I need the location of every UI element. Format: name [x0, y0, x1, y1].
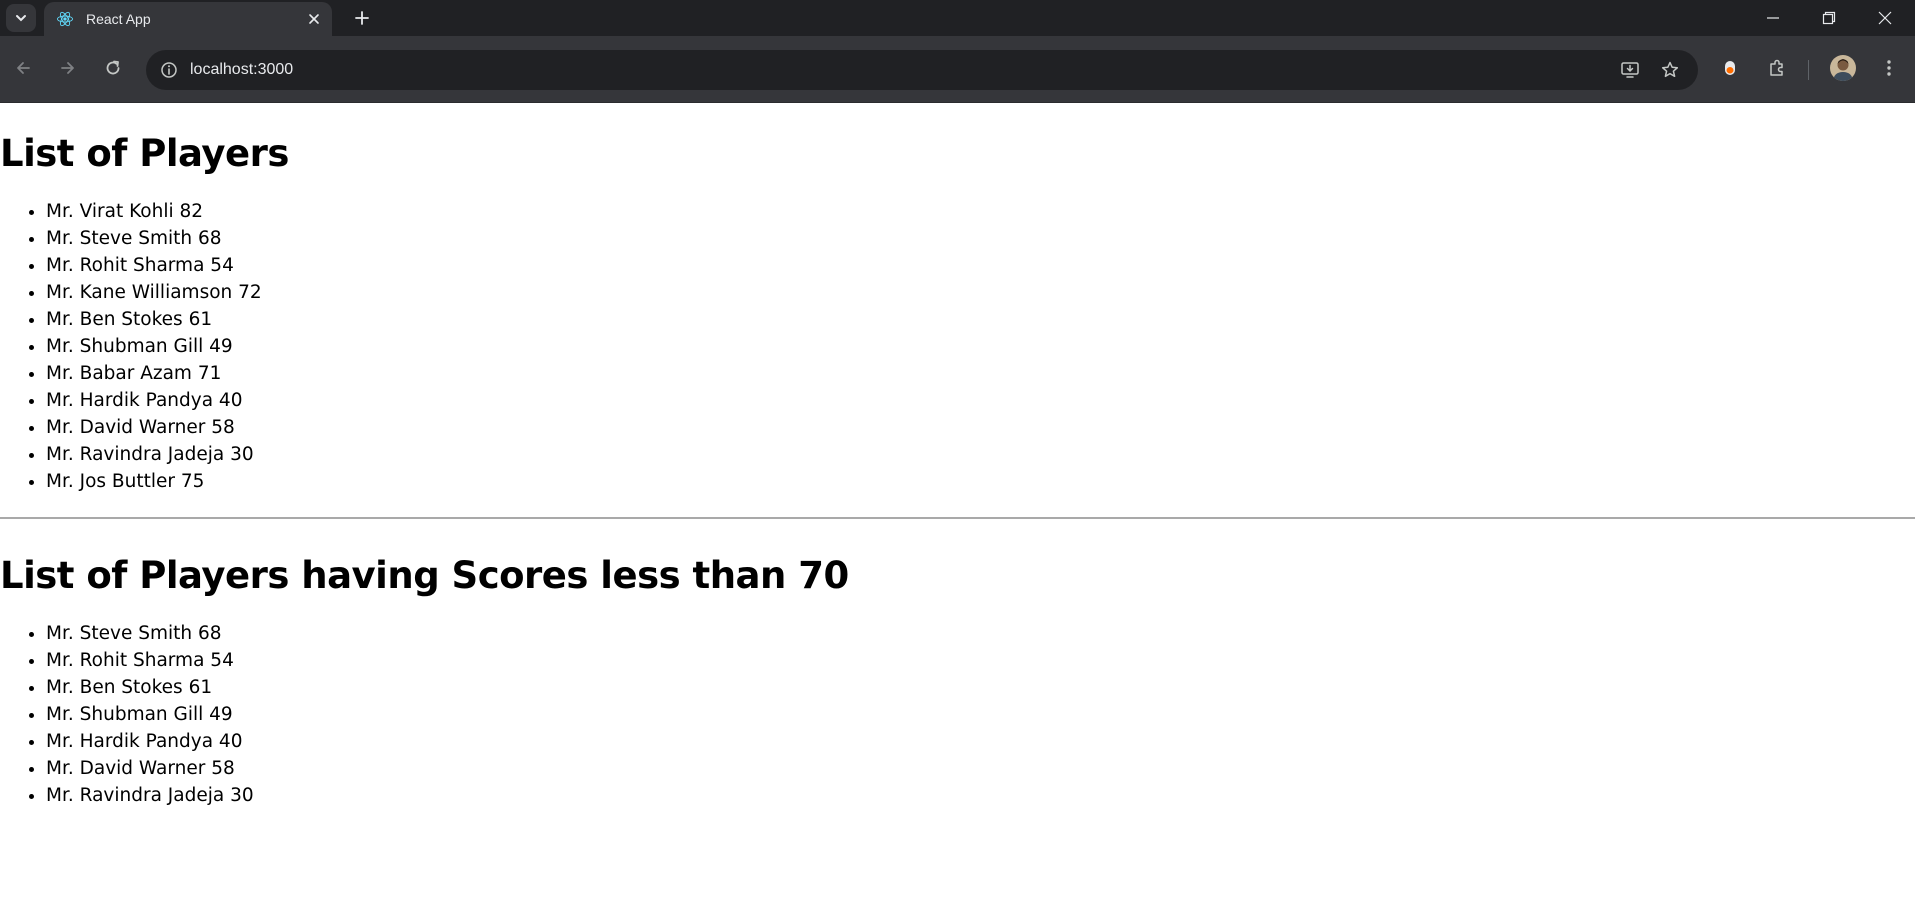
new-tab-button[interactable] [348, 6, 376, 30]
close-icon [309, 14, 319, 24]
tab-close-button[interactable] [302, 7, 326, 31]
list-item: Mr. Rohit Sharma 54 [46, 252, 1915, 279]
tab-title: React App [86, 11, 151, 27]
list-item: Mr. Ravindra Jadeja 30 [46, 782, 1915, 809]
minimize-button[interactable] [1750, 0, 1796, 36]
list-item: Mr. Virat Kohli 82 [46, 198, 1915, 225]
players-list-all: Mr. Virat Kohli 82Mr. Steve Smith 68Mr. … [0, 198, 1915, 495]
install-app-icon[interactable] [1610, 50, 1650, 90]
avatar[interactable] [1826, 51, 1860, 85]
list-item: Mr. Shubman Gill 49 [46, 701, 1915, 728]
back-button[interactable] [6, 51, 40, 85]
browser-toolbar: localhost:3000 [0, 36, 1915, 103]
chevron-down-icon [16, 15, 26, 22]
back-arrow-icon [17, 62, 30, 74]
close-icon [1878, 11, 1892, 25]
close-window-button[interactable] [1862, 0, 1908, 36]
reload-button[interactable] [96, 51, 130, 85]
url-text[interactable]: localhost:3000 [190, 61, 1610, 79]
list-item: Mr. Hardik Pandya 40 [46, 728, 1915, 755]
list-item: Mr. Jos Buttler 75 [46, 468, 1915, 495]
star-icon[interactable] [1650, 50, 1690, 90]
divider [0, 517, 1915, 519]
info-icon[interactable] [158, 59, 180, 81]
forward-arrow-icon [61, 62, 74, 74]
minimize-icon [1767, 17, 1779, 19]
plus-icon [355, 11, 369, 25]
extension-icon[interactable] [1713, 51, 1747, 85]
list-item: Mr. Shubman Gill 49 [46, 333, 1915, 360]
list-item: Mr. Rohit Sharma 54 [46, 647, 1915, 674]
restore-button[interactable] [1806, 0, 1852, 36]
list-item: Mr. David Warner 58 [46, 414, 1915, 441]
page-content: List of Players Mr. Virat Kohli 82Mr. St… [0, 102, 1915, 809]
reload-icon [106, 60, 120, 75]
tab-strip: React App [0, 0, 1915, 36]
react-icon [56, 10, 74, 28]
heading-filtered-players: List of Players having Scores less than … [0, 553, 849, 597]
list-item: Mr. Hardik Pandya 40 [46, 387, 1915, 414]
address-bar[interactable]: localhost:3000 [146, 50, 1698, 90]
list-item: Mr. Babar Azam 71 [46, 360, 1915, 387]
tab-search-button[interactable] [6, 4, 36, 32]
browser-tab[interactable]: React App [44, 2, 332, 36]
toolbar-separator [1808, 60, 1809, 80]
list-item: Mr. Steve Smith 68 [46, 620, 1915, 647]
kebab-menu-icon[interactable] [1872, 51, 1906, 85]
puzzle-icon[interactable] [1760, 51, 1794, 85]
heading-all-players: List of Players [0, 131, 289, 175]
list-item: Mr. Ben Stokes 61 [46, 306, 1915, 333]
forward-button[interactable] [51, 51, 85, 85]
list-item: Mr. Ben Stokes 61 [46, 674, 1915, 701]
list-item: Mr. Steve Smith 68 [46, 225, 1915, 252]
list-item: Mr. Ravindra Jadeja 30 [46, 441, 1915, 468]
list-item: Mr. Kane Williamson 72 [46, 279, 1915, 306]
list-item: Mr. David Warner 58 [46, 755, 1915, 782]
players-list-filtered: Mr. Steve Smith 68Mr. Rohit Sharma 54Mr.… [0, 620, 1915, 809]
restore-icon [1822, 11, 1836, 25]
